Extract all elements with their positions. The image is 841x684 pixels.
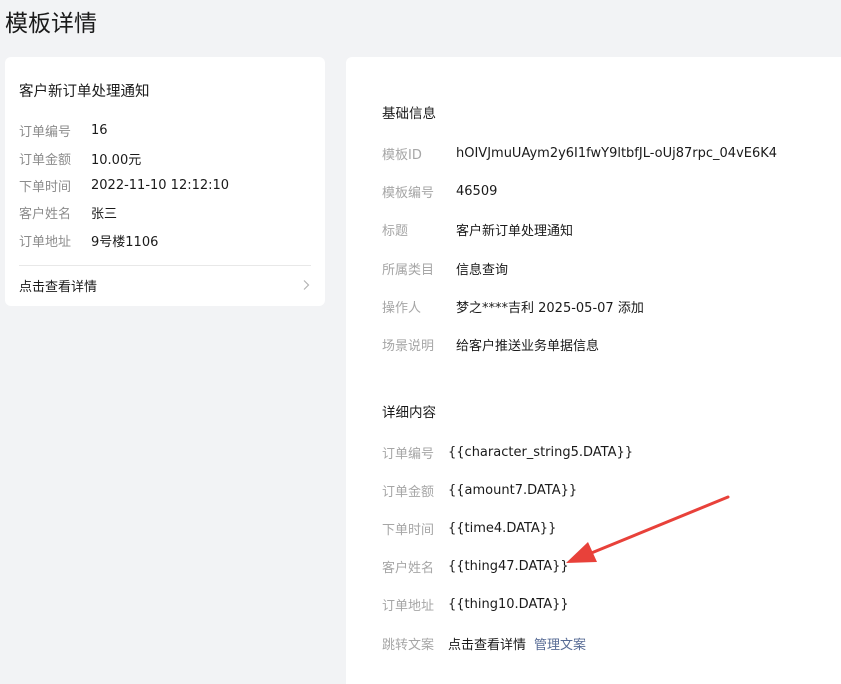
view-details-link[interactable]: 点击查看详情 — [19, 275, 311, 295]
detail-label: 订单金额 — [382, 484, 435, 500]
detail-label: 订单编号 — [382, 446, 435, 462]
preview-row: 订单编号 16 — [19, 117, 319, 144]
preview-row-label: 订单地址 — [19, 234, 72, 250]
info-row-template-id: 模板ID hOIVJmuUAym2y6I1fwY9ltbfJL-oUj87rpc… — [382, 143, 777, 163]
info-label: 模板ID — [382, 147, 422, 163]
info-label: 场景说明 — [382, 338, 435, 354]
preview-row: 订单地址 9号楼1106 — [19, 227, 319, 254]
preview-row-label: 客户姓名 — [19, 207, 72, 223]
info-row-operator: 操作人 梦之****吉利 2025-05-07 添加 — [382, 296, 644, 316]
detail-label: 跳转文案 — [382, 637, 435, 653]
preview-divider — [19, 265, 311, 266]
basic-info-heading: 基础信息 — [382, 106, 436, 122]
info-value: 46509 — [456, 183, 498, 199]
info-value: 给客户推送业务单据信息 — [456, 338, 600, 354]
detail-row: 订单金额 {{amount7.DATA}} — [382, 480, 577, 500]
detail-value: {{thing10.DATA}} — [448, 596, 569, 612]
preview-row-label: 订单金额 — [19, 152, 72, 168]
info-row-template-number: 模板编号 46509 — [382, 181, 497, 201]
detail-value: {{time4.DATA}} — [448, 520, 557, 536]
preview-fields: 订单编号 16 订单金额 10.00元 下单时间 2022-11-10 12:1… — [19, 117, 319, 254]
detail-label: 客户姓名 — [382, 560, 435, 576]
info-value: 信息查询 — [456, 262, 509, 278]
info-label: 所属类目 — [382, 262, 435, 278]
info-label: 标题 — [382, 223, 409, 239]
preview-row-value: 张三 — [91, 207, 118, 223]
red-arrow-icon — [566, 495, 730, 563]
detail-row: 客户姓名 {{thing47.DATA}} — [382, 556, 569, 576]
info-label: 操作人 — [382, 300, 422, 316]
info-row-scenario: 场景说明 给客户推送业务单据信息 — [382, 334, 599, 354]
detail-value: {{amount7.DATA}} — [448, 482, 578, 498]
info-value: 客户新订单处理通知 — [456, 223, 574, 239]
message-preview-card: 客户新订单处理通知 订单编号 16 订单金额 10.00元 下单时间 2022-… — [5, 57, 325, 306]
info-value: 梦之****吉利 2025-05-07 添加 — [456, 300, 644, 316]
preview-row-value: 2022-11-10 12:12:10 — [91, 177, 230, 193]
preview-row-value: 10.00元 — [91, 152, 142, 168]
preview-row-label: 订单编号 — [19, 125, 72, 141]
preview-row-value: 16 — [91, 123, 108, 139]
detail-label: 下单时间 — [382, 522, 435, 538]
detail-row: 订单编号 {{character_string5.DATA}} — [382, 442, 633, 462]
chevron-right-icon — [303, 280, 310, 290]
detail-content-heading: 详细内容 — [382, 405, 436, 421]
preview-row: 订单金额 10.00元 — [19, 144, 319, 171]
preview-title: 客户新订单处理通知 — [19, 84, 150, 100]
info-value: hOIVJmuUAym2y6I1fwY9ltbfJL-oUj87rpc_04vE… — [456, 145, 778, 161]
detail-row-jump: 跳转文案 点击查看详情 管理文案 — [382, 633, 586, 653]
detail-row: 订单地址 {{thing10.DATA}} — [382, 594, 569, 614]
detail-row: 下单时间 {{time4.DATA}} — [382, 518, 556, 538]
preview-row-value: 9号楼1106 — [91, 234, 159, 250]
detail-value: {{thing47.DATA}} — [448, 558, 569, 574]
info-row-title: 标题 客户新订单处理通知 — [382, 219, 573, 239]
manage-copy-link[interactable]: 管理文案 — [534, 634, 586, 653]
info-label: 模板编号 — [382, 185, 435, 201]
preview-row-label: 下单时间 — [19, 179, 72, 195]
detail-value: {{character_string5.DATA}} — [448, 444, 634, 460]
info-row-category: 所属类目 信息查询 — [382, 258, 508, 278]
template-detail-panel: 基础信息 模板ID hOIVJmuUAym2y6I1fwY9ltbfJL-oUj… — [346, 57, 841, 684]
detail-value: 点击查看详情 — [448, 637, 527, 653]
page-title: 模板详情 — [5, 11, 97, 37]
detail-label: 订单地址 — [382, 598, 435, 614]
preview-row: 下单时间 2022-11-10 12:12:10 — [19, 172, 319, 199]
view-details-label: 点击查看详情 — [19, 279, 98, 295]
preview-row: 客户姓名 张三 — [19, 199, 319, 226]
